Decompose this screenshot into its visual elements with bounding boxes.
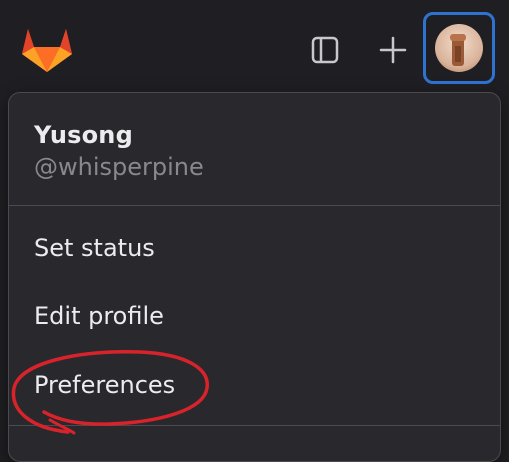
preferences-menu-item[interactable]: Preferences [9,354,500,416]
avatar [435,24,483,72]
menu-divider [9,425,500,426]
plus-icon [379,36,407,64]
set-status-menu-item[interactable]: Set status [9,217,500,279]
menu-divider [9,205,500,206]
user-avatar-button[interactable] [423,12,495,84]
top-navigation-bar [0,0,509,92]
sidebar-toggle-button[interactable] [308,33,342,67]
user-display-name: Yusong [34,121,133,149]
gitlab-logo-icon[interactable] [20,23,74,73]
user-handle: @whisperpine [34,153,204,181]
edit-profile-menu-item[interactable]: Edit profile [9,285,500,347]
user-info-header[interactable]: Yusong @whisperpine [9,93,500,205]
user-menu-dropdown: Yusong @whisperpine Set status Edit prof… [8,92,501,462]
create-new-button[interactable] [376,33,410,67]
sidebar-toggle-icon [311,36,339,64]
